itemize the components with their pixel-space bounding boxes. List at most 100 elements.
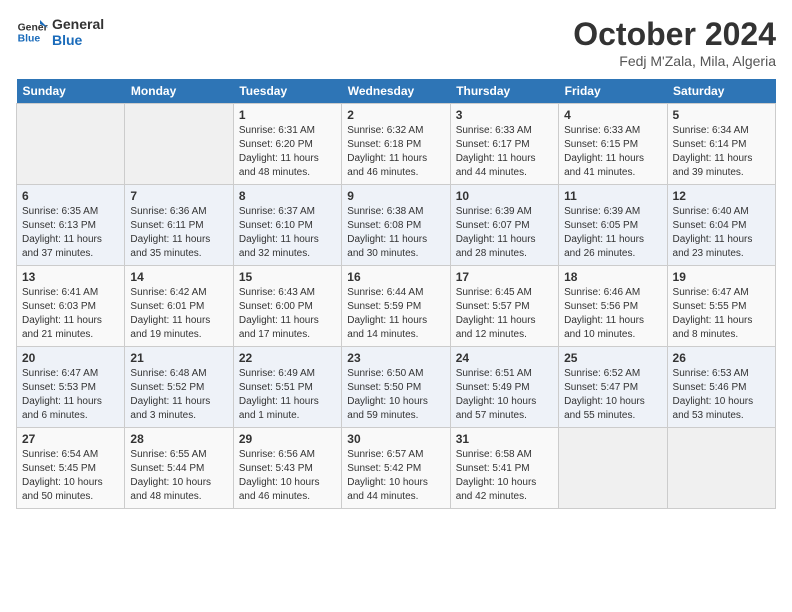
header-friday: Friday [559, 79, 667, 104]
header-wednesday: Wednesday [342, 79, 450, 104]
day-info: Sunrise: 6:42 AM Sunset: 6:01 PM Dayligh… [130, 286, 227, 342]
day-cell: 18 Sunrise: 6:46 AM Sunset: 5:56 PM Dayli… [559, 266, 667, 347]
day-info: Sunrise: 6:51 AM Sunset: 5:49 PM Dayligh… [456, 367, 553, 423]
day-info: Sunrise: 6:44 AM Sunset: 5:59 PM Dayligh… [347, 286, 444, 342]
day-cell: 8 Sunrise: 6:37 AM Sunset: 6:10 PM Daylig… [233, 185, 341, 266]
day-number: 15 [239, 270, 336, 284]
page-header: General Blue General Blue October 2024 F… [16, 16, 776, 69]
day-number: 26 [673, 351, 770, 365]
calendar-table: SundayMondayTuesdayWednesdayThursdayFrid… [16, 79, 776, 509]
day-number: 20 [22, 351, 119, 365]
day-info: Sunrise: 6:33 AM Sunset: 6:17 PM Dayligh… [456, 124, 553, 180]
day-cell: 7Sunrise: 6:36 AM Sunset: 6:11 PM Daylig… [125, 185, 233, 266]
location-subtitle: Fedj M'Zala, Mila, Algeria [573, 53, 776, 69]
month-title: October 2024 [573, 16, 776, 53]
day-info: Sunrise: 6:55 AM Sunset: 5:44 PM Dayligh… [130, 448, 227, 504]
day-info: Sunrise: 6:49 AM Sunset: 5:51 PM Dayligh… [239, 367, 336, 423]
day-number: 21 [130, 351, 227, 365]
day-cell: 17 Sunrise: 6:45 AM Sunset: 5:57 PM Dayli… [450, 266, 558, 347]
week-row-0: 1 Sunrise: 6:31 AM Sunset: 6:20 PM Daylig… [17, 104, 776, 185]
day-cell: 20 Sunrise: 6:47 AM Sunset: 5:53 PM Dayli… [17, 347, 125, 428]
day-number: 13 [22, 270, 119, 284]
day-number: 8 [239, 189, 336, 203]
day-number: 25 [564, 351, 661, 365]
day-cell: 3 Sunrise: 6:33 AM Sunset: 6:17 PM Daylig… [450, 104, 558, 185]
day-info: Sunrise: 6:31 AM Sunset: 6:20 PM Dayligh… [239, 124, 336, 180]
day-number: 28 [130, 432, 227, 446]
day-cell: 16 Sunrise: 6:44 AM Sunset: 5:59 PM Dayli… [342, 266, 450, 347]
day-cell [559, 428, 667, 509]
day-info: Sunrise: 6:38 AM Sunset: 6:08 PM Dayligh… [347, 205, 444, 261]
header-monday: Monday [125, 79, 233, 104]
day-info: Sunrise: 6:58 AM Sunset: 5:41 PM Dayligh… [456, 448, 553, 504]
day-info: Sunrise: 6:57 AM Sunset: 5:42 PM Dayligh… [347, 448, 444, 504]
day-cell: 24Sunrise: 6:51 AM Sunset: 5:49 PM Dayli… [450, 347, 558, 428]
day-cell: 15 Sunrise: 6:43 AM Sunset: 6:00 PM Dayli… [233, 266, 341, 347]
day-cell: 14Sunrise: 6:42 AM Sunset: 6:01 PM Dayli… [125, 266, 233, 347]
day-number: 4 [564, 108, 661, 122]
day-info: Sunrise: 6:43 AM Sunset: 6:00 PM Dayligh… [239, 286, 336, 342]
day-info: Sunrise: 6:45 AM Sunset: 5:57 PM Dayligh… [456, 286, 553, 342]
week-row-1: 6 Sunrise: 6:35 AM Sunset: 6:13 PM Daylig… [17, 185, 776, 266]
logo-line2: Blue [52, 32, 104, 48]
day-info: Sunrise: 6:35 AM Sunset: 6:13 PM Dayligh… [22, 205, 119, 261]
title-block: October 2024 Fedj M'Zala, Mila, Algeria [573, 16, 776, 69]
day-info: Sunrise: 6:41 AM Sunset: 6:03 PM Dayligh… [22, 286, 119, 342]
day-info: Sunrise: 6:33 AM Sunset: 6:15 PM Dayligh… [564, 124, 661, 180]
logo-icon: General Blue [16, 16, 48, 48]
day-cell: 1 Sunrise: 6:31 AM Sunset: 6:20 PM Daylig… [233, 104, 341, 185]
day-number: 2 [347, 108, 444, 122]
week-row-2: 13 Sunrise: 6:41 AM Sunset: 6:03 PM Dayli… [17, 266, 776, 347]
day-info: Sunrise: 6:53 AM Sunset: 5:46 PM Dayligh… [673, 367, 770, 423]
day-cell [667, 428, 775, 509]
day-number: 22 [239, 351, 336, 365]
day-info: Sunrise: 6:46 AM Sunset: 5:56 PM Dayligh… [564, 286, 661, 342]
header-sunday: Sunday [17, 79, 125, 104]
day-number: 17 [456, 270, 553, 284]
day-cell: 9Sunrise: 6:38 AM Sunset: 6:08 PM Daylig… [342, 185, 450, 266]
header-tuesday: Tuesday [233, 79, 341, 104]
day-info: Sunrise: 6:48 AM Sunset: 5:52 PM Dayligh… [130, 367, 227, 423]
day-info: Sunrise: 6:54 AM Sunset: 5:45 PM Dayligh… [22, 448, 119, 504]
day-cell: 27 Sunrise: 6:54 AM Sunset: 5:45 PM Dayli… [17, 428, 125, 509]
day-info: Sunrise: 6:40 AM Sunset: 6:04 PM Dayligh… [673, 205, 770, 261]
day-info: Sunrise: 6:39 AM Sunset: 6:05 PM Dayligh… [564, 205, 661, 261]
day-number: 27 [22, 432, 119, 446]
day-cell: 19 Sunrise: 6:47 AM Sunset: 5:55 PM Dayli… [667, 266, 775, 347]
day-number: 6 [22, 189, 119, 203]
day-cell: 25 Sunrise: 6:52 AM Sunset: 5:47 PM Dayli… [559, 347, 667, 428]
logo: General Blue General Blue [16, 16, 104, 48]
day-info: Sunrise: 6:34 AM Sunset: 6:14 PM Dayligh… [673, 124, 770, 180]
day-number: 5 [673, 108, 770, 122]
week-row-4: 27 Sunrise: 6:54 AM Sunset: 5:45 PM Dayli… [17, 428, 776, 509]
day-cell [125, 104, 233, 185]
week-row-3: 20 Sunrise: 6:47 AM Sunset: 5:53 PM Dayli… [17, 347, 776, 428]
day-number: 18 [564, 270, 661, 284]
day-cell: 11 Sunrise: 6:39 AM Sunset: 6:05 PM Dayli… [559, 185, 667, 266]
day-info: Sunrise: 6:47 AM Sunset: 5:55 PM Dayligh… [673, 286, 770, 342]
day-number: 11 [564, 189, 661, 203]
day-number: 30 [347, 432, 444, 446]
day-number: 10 [456, 189, 553, 203]
day-info: Sunrise: 6:36 AM Sunset: 6:11 PM Dayligh… [130, 205, 227, 261]
day-cell: 29Sunrise: 6:56 AM Sunset: 5:43 PM Dayli… [233, 428, 341, 509]
day-info: Sunrise: 6:32 AM Sunset: 6:18 PM Dayligh… [347, 124, 444, 180]
day-info: Sunrise: 6:47 AM Sunset: 5:53 PM Dayligh… [22, 367, 119, 423]
header-saturday: Saturday [667, 79, 775, 104]
day-number: 3 [456, 108, 553, 122]
day-number: 16 [347, 270, 444, 284]
day-info: Sunrise: 6:37 AM Sunset: 6:10 PM Dayligh… [239, 205, 336, 261]
day-cell: 21 Sunrise: 6:48 AM Sunset: 5:52 PM Dayli… [125, 347, 233, 428]
day-info: Sunrise: 6:39 AM Sunset: 6:07 PM Dayligh… [456, 205, 553, 261]
day-number: 23 [347, 351, 444, 365]
day-cell: 10 Sunrise: 6:39 AM Sunset: 6:07 PM Dayli… [450, 185, 558, 266]
day-cell: 6 Sunrise: 6:35 AM Sunset: 6:13 PM Daylig… [17, 185, 125, 266]
svg-text:Blue: Blue [18, 34, 41, 45]
day-cell: 2 Sunrise: 6:32 AM Sunset: 6:18 PM Daylig… [342, 104, 450, 185]
day-cell: 4 Sunrise: 6:33 AM Sunset: 6:15 PM Daylig… [559, 104, 667, 185]
day-info: Sunrise: 6:52 AM Sunset: 5:47 PM Dayligh… [564, 367, 661, 423]
day-number: 31 [456, 432, 553, 446]
day-number: 19 [673, 270, 770, 284]
day-number: 1 [239, 108, 336, 122]
day-cell: 30 Sunrise: 6:57 AM Sunset: 5:42 PM Dayli… [342, 428, 450, 509]
